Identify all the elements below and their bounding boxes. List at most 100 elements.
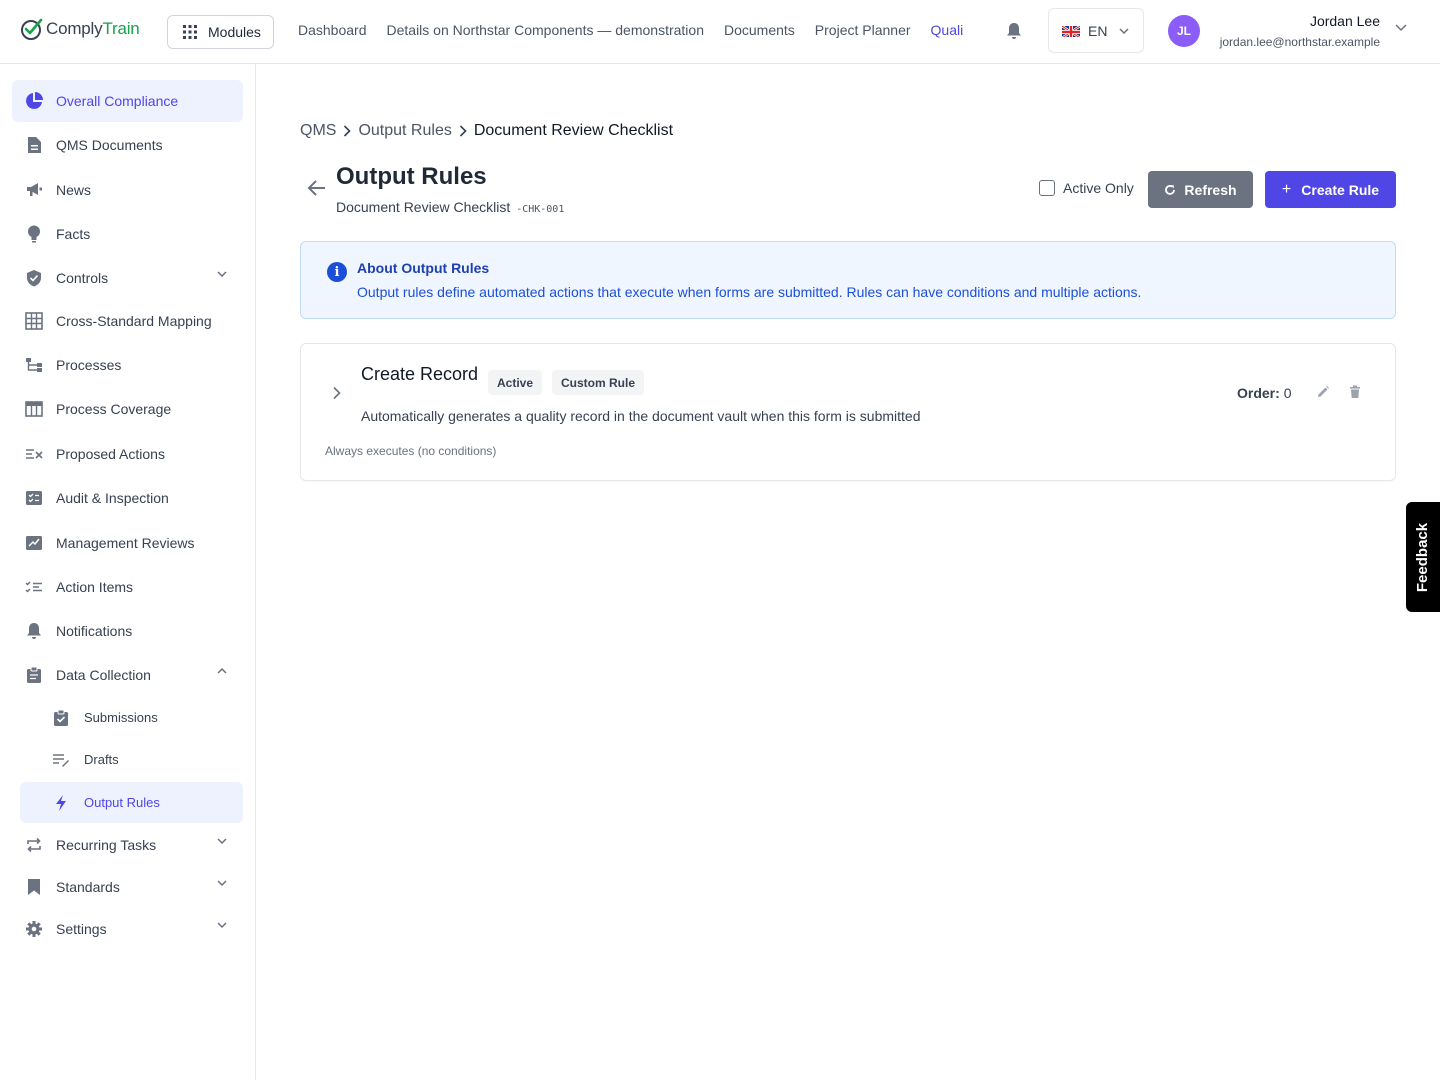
table-icon — [24, 399, 44, 419]
info-banner: i About Output Rules Output rules define… — [300, 241, 1396, 319]
notification-bell-icon[interactable] — [1006, 22, 1022, 40]
sidebar-item-notifications[interactable]: Notifications — [12, 610, 243, 652]
rule-order: Order: 0 — [1237, 385, 1291, 401]
sidebar-item-label: Notifications — [56, 623, 133, 639]
language-selector[interactable]: EN — [1048, 8, 1144, 53]
sidebar-item-management-reviews[interactable]: Management Reviews — [12, 522, 243, 564]
lightbulb-icon — [24, 224, 44, 244]
breadcrumb: QMS Output Rules Document Review Checkli… — [300, 122, 673, 140]
active-only-checkbox[interactable] — [1039, 180, 1055, 196]
chevron-right-icon — [343, 125, 352, 137]
clipboard-icon — [24, 665, 44, 685]
top-bar: ComplyTrain Modules Dashboard Details on… — [0, 0, 1440, 64]
pie-chart-icon — [24, 91, 44, 111]
chevron-down-icon — [217, 922, 227, 928]
sidebar-item-label: QMS Documents — [56, 137, 163, 153]
sidebar-item-qms-documents[interactable]: QMS Documents — [12, 124, 243, 166]
modules-label: Modules — [208, 24, 261, 40]
sidebar-item-label: Standards — [56, 879, 120, 895]
language-code: EN — [1088, 22, 1108, 39]
active-only-label: Active Only — [1063, 180, 1134, 196]
form-name: Document Review Checklist — [336, 199, 511, 215]
sidebar-subitem-label: Submissions — [84, 710, 158, 725]
sidebar-subitem-submissions[interactable]: Submissions — [20, 697, 243, 738]
page-subtitle: Document Review Checklist -CHK-001 — [336, 199, 564, 215]
sidebar-item-settings[interactable]: Settings — [12, 908, 243, 950]
create-rule-label: Create Rule — [1301, 181, 1380, 198]
sidebar-item-recurring-tasks[interactable]: Recurring Tasks — [12, 824, 243, 866]
bolt-icon — [52, 794, 70, 812]
sidebar-item-label: Action Items — [56, 579, 134, 595]
create-rule-button[interactable]: + Create Rule — [1265, 171, 1396, 208]
page-title: Output Rules — [336, 163, 487, 190]
sidebar-item-overall-compliance[interactable]: Overall Compliance — [12, 80, 243, 122]
sidebar-subitem-drafts[interactable]: Drafts — [20, 739, 243, 780]
expand-chevron-right-icon[interactable] — [332, 386, 342, 400]
checklist-icon — [24, 577, 44, 597]
rule-description: Automatically generates a quality record… — [361, 408, 921, 424]
chevron-down-icon — [217, 838, 227, 844]
chevron-up-icon — [217, 668, 227, 674]
sidebar-item-data-collection[interactable]: Data Collection — [12, 654, 243, 696]
nav-project-planner[interactable]: Project Planner — [815, 22, 911, 38]
megaphone-icon — [24, 180, 44, 200]
sidebar-item-label: Proposed Actions — [56, 446, 165, 462]
breadcrumb-output-rules[interactable]: Output Rules — [358, 122, 451, 140]
nav-documents[interactable]: Documents — [724, 22, 795, 38]
sidebar-item-label: Settings — [56, 921, 107, 937]
logo-check-icon — [21, 18, 43, 40]
sidebar-item-label: Controls — [56, 270, 109, 286]
nav-details[interactable]: Details on Northstar Components — demons… — [387, 22, 704, 38]
sidebar-item-action-items[interactable]: Action Items — [12, 566, 243, 608]
feedback-tab[interactable]: Feedback — [1406, 502, 1440, 612]
rule-type-badge: Custom Rule — [552, 370, 645, 395]
sidebar-item-label: Overall Compliance — [56, 93, 179, 109]
status-badge: Active — [488, 370, 543, 395]
sidebar-item-controls[interactable]: Controls — [12, 257, 243, 299]
sidebar-item-label: News — [56, 182, 92, 198]
sidebar-item-label: Audit & Inspection — [56, 490, 169, 506]
sidebar-subitem-output-rules[interactable]: Output Rules — [20, 782, 243, 823]
edit-pencil-icon[interactable] — [1316, 385, 1330, 399]
sidebar-item-label: Facts — [56, 226, 91, 242]
form-code: -CHK-001 — [516, 204, 565, 215]
user-menu-chevron-icon[interactable] — [1395, 24, 1407, 32]
back-arrow-icon[interactable] — [307, 179, 327, 197]
list-x-icon — [24, 444, 44, 464]
modules-button[interactable]: Modules — [167, 15, 274, 49]
flow-icon — [24, 355, 44, 375]
nav-dashboard[interactable]: Dashboard — [298, 22, 367, 38]
user-email: jordan.lee@northstar.example — [1219, 35, 1380, 49]
sidebar-item-label: Processes — [56, 357, 122, 373]
sidebar-item-label: Process Coverage — [56, 401, 172, 417]
trash-icon[interactable] — [1349, 385, 1361, 399]
sidebar-item-standards[interactable]: Standards — [12, 866, 243, 908]
bell-icon — [24, 621, 44, 641]
nav-quali[interactable]: Quali — [931, 22, 964, 38]
sidebar-item-facts[interactable]: Facts — [12, 213, 243, 255]
sidebar-item-audit-inspection[interactable]: Audit & Inspection — [12, 477, 243, 519]
feedback-label: Feedback — [1414, 522, 1432, 592]
sidebar-item-processes[interactable]: Processes — [12, 344, 243, 386]
brand-name: ComplyTrain — [46, 19, 140, 38]
bookmark-icon — [24, 877, 44, 897]
plus-icon: + — [1281, 180, 1292, 198]
chevron-down-icon — [217, 880, 227, 886]
sidebar-item-label: Cross-Standard Mapping — [56, 313, 212, 329]
breadcrumb-qms[interactable]: QMS — [300, 122, 336, 140]
sidebar-item-news[interactable]: News — [12, 169, 243, 211]
user-avatar[interactable]: JL — [1168, 15, 1200, 47]
refresh-button[interactable]: Refresh — [1148, 171, 1253, 208]
info-text: Output rules define automated actions th… — [357, 284, 1142, 300]
app-logo[interactable]: ComplyTrain — [20, 17, 140, 41]
info-title: About Output Rules — [357, 260, 490, 276]
draft-icon — [52, 751, 70, 769]
sidebar-item-process-coverage[interactable]: Process Coverage — [12, 388, 243, 430]
document-icon — [24, 135, 44, 155]
sidebar-item-proposed-actions[interactable]: Proposed Actions — [12, 433, 243, 475]
chevron-right-icon — [459, 125, 467, 137]
sidebar-item-cross-standard-mapping[interactable]: Cross-Standard Mapping — [12, 300, 243, 342]
sidebar-item-label: Management Reviews — [56, 535, 195, 551]
gear-icon — [24, 919, 44, 939]
active-only-filter[interactable]: Active Only — [1039, 180, 1134, 196]
